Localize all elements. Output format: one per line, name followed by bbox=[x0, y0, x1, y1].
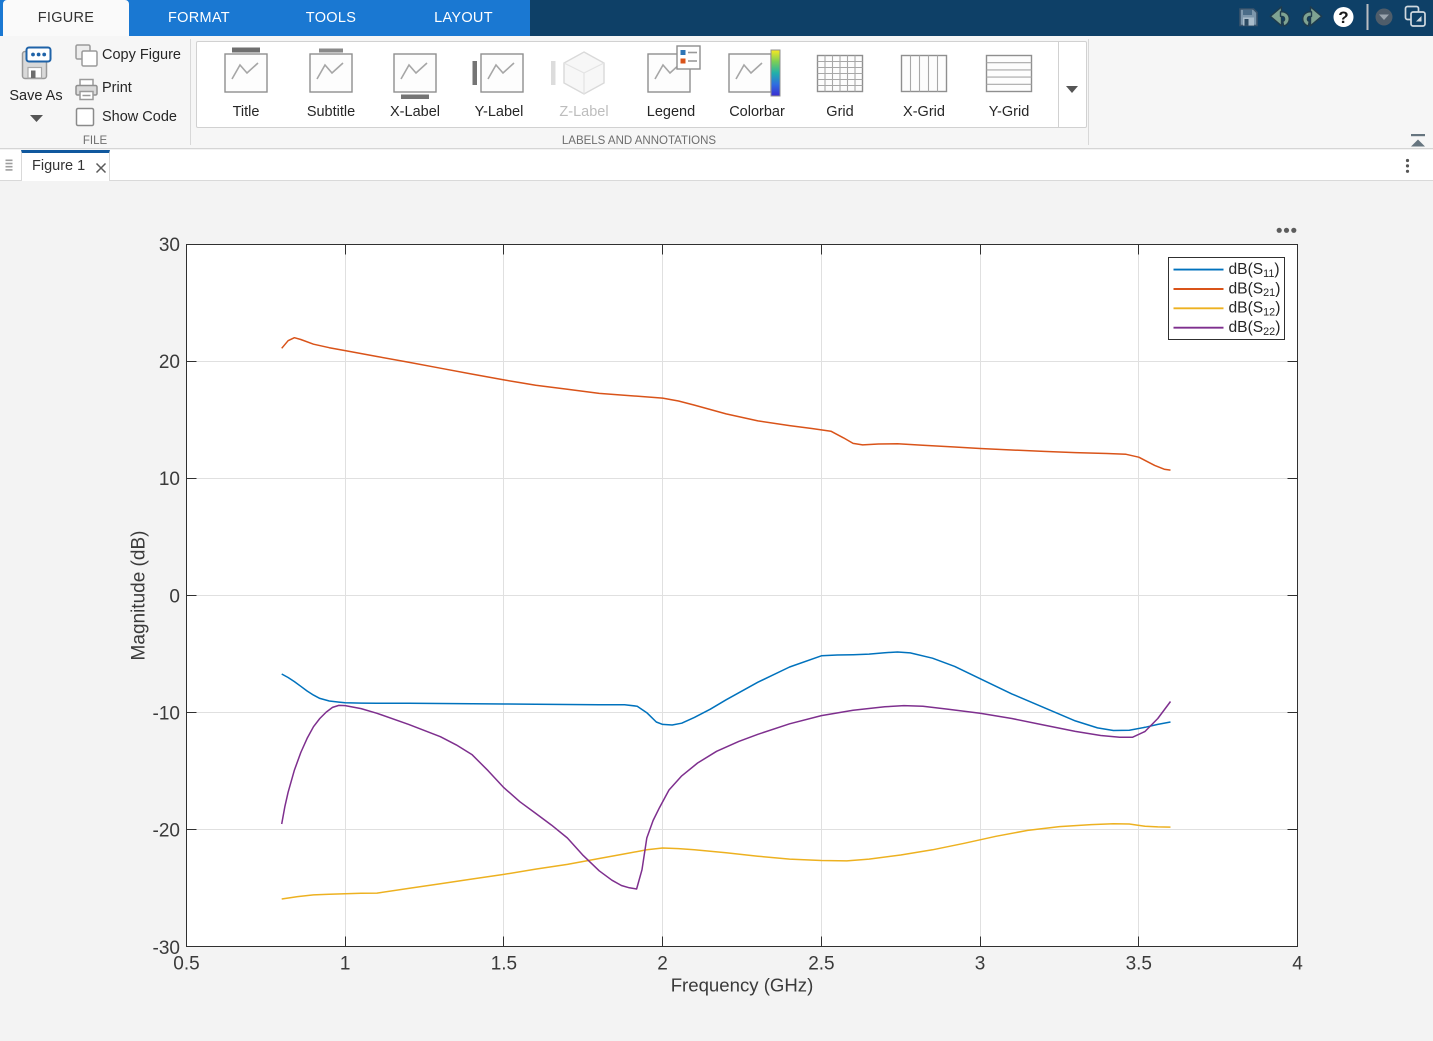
svg-text:Magnitude (dB): Magnitude (dB) bbox=[129, 531, 150, 661]
svg-text:Grid: Grid bbox=[826, 104, 853, 120]
svg-text:1.5: 1.5 bbox=[491, 954, 517, 975]
svg-text:X-Label: X-Label bbox=[390, 104, 440, 120]
svg-text:Z-Label: Z-Label bbox=[559, 104, 608, 120]
svg-text:X-Grid: X-Grid bbox=[903, 104, 945, 120]
svg-text:Legend: Legend bbox=[647, 104, 695, 120]
svg-text:2: 2 bbox=[657, 954, 668, 975]
svg-text:Subtitle: Subtitle bbox=[307, 104, 355, 120]
svg-text:Frequency (GHz): Frequency (GHz) bbox=[671, 975, 814, 996]
svg-text:Title: Title bbox=[233, 104, 260, 120]
svg-text:1: 1 bbox=[340, 954, 351, 975]
svg-text:4: 4 bbox=[1292, 954, 1303, 975]
svg-text:-20: -20 bbox=[153, 821, 180, 842]
svg-text:-30: -30 bbox=[153, 938, 180, 959]
svg-text:30: 30 bbox=[159, 235, 180, 256]
svg-text:Y-Grid: Y-Grid bbox=[989, 104, 1030, 120]
svg-text:Colorbar: Colorbar bbox=[729, 104, 785, 120]
svg-text:2.5: 2.5 bbox=[808, 954, 834, 975]
svg-text:-10: -10 bbox=[153, 704, 180, 725]
svg-text:0: 0 bbox=[169, 586, 180, 607]
svg-text:3: 3 bbox=[975, 954, 986, 975]
svg-text:Y-Label: Y-Label bbox=[475, 104, 524, 120]
svg-text:?: ? bbox=[1338, 8, 1348, 27]
svg-text:10: 10 bbox=[159, 469, 180, 490]
svg-text:20: 20 bbox=[159, 352, 180, 373]
svg-text:3.5: 3.5 bbox=[1126, 954, 1152, 975]
